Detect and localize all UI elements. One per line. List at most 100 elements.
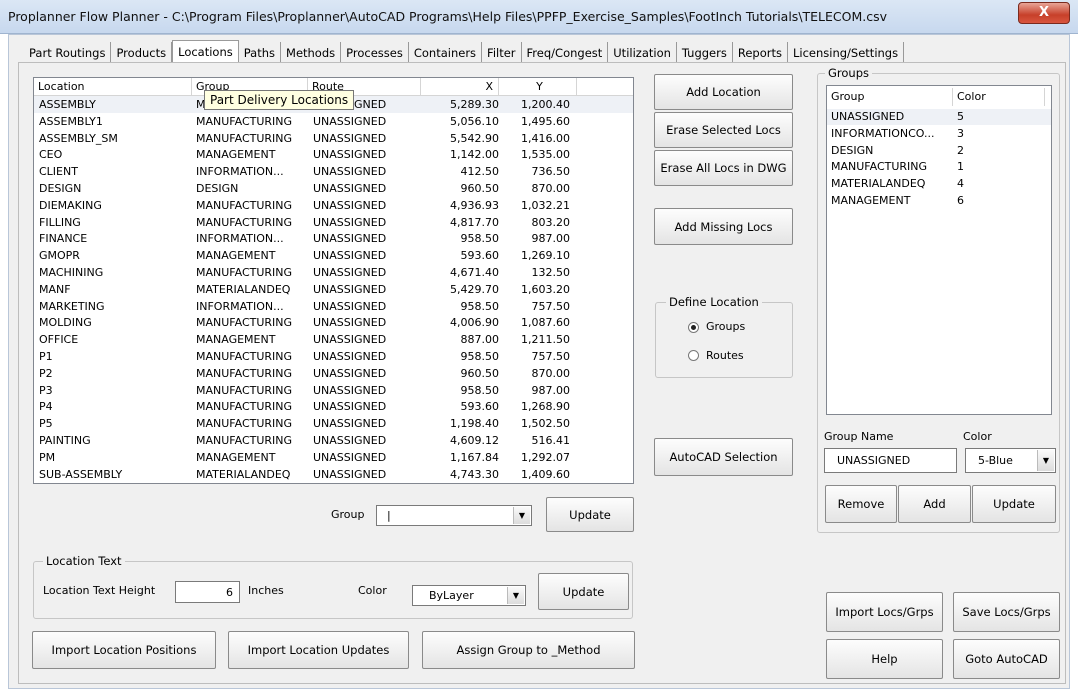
route-cell: UNASSIGNED <box>313 450 387 464</box>
goto-autocad-button[interactable]: Goto AutoCAD <box>953 639 1060 679</box>
location-cell: P2 <box>39 366 53 380</box>
group-name-cell: INFORMATIONCO... <box>831 126 935 140</box>
location-text-update-button[interactable]: Update <box>538 573 629 610</box>
tab-tuggers[interactable]: Tuggers <box>677 42 733 63</box>
table-row[interactable]: P5 MANUFACTURING UNASSIGNED 1,198.40 1,502.5… <box>34 415 633 432</box>
x-cell: 4,936.93 <box>450 198 499 212</box>
chevron-down-icon[interactable]: ▼ <box>507 587 524 604</box>
table-row[interactable]: MARKETING INFORMATION... UNASSIGNED 958.50 7… <box>34 298 633 315</box>
chevron-down-icon[interactable]: ▼ <box>513 507 530 524</box>
table-row[interactable]: GMOPR MANAGEMENT UNASSIGNED 593.60 1,269.10 <box>34 247 633 264</box>
table-row[interactable]: MANF MATERIALANDEQ UNASSIGNED 5,429.70 1,603… <box>34 281 633 298</box>
tab-methods[interactable]: Methods <box>281 42 342 63</box>
location-cell: CLIENT <box>39 165 78 179</box>
tab-utilization[interactable]: Utilization <box>608 42 677 63</box>
table-row[interactable]: CEO MANAGEMENT UNASSIGNED 1,142.00 1,535.00 <box>34 146 633 163</box>
groups-column-header-color[interactable]: Color <box>953 88 1045 106</box>
column-header-x[interactable]: X <box>421 78 499 95</box>
list-item[interactable]: MANAGEMENT 6 <box>827 193 1051 209</box>
y-cell: 803.20 <box>531 215 571 229</box>
y-cell: 1,416.00 <box>521 131 570 145</box>
tab-containers[interactable]: Containers <box>409 42 483 63</box>
add-missing-locs-button[interactable]: Add Missing Locs <box>654 208 793 245</box>
locations-list[interactable]: Location Group Route X Y ASSEMBLYMANUFAC… <box>33 77 634 484</box>
table-row[interactable]: SUB-ASSEMBLY MATERIALANDEQ UNASSIGNED 4,743… <box>34 466 633 483</box>
import-location-updates-button[interactable]: Import Location Updates <box>228 631 409 669</box>
title-bar: Proplanner Flow Planner - C:\Program Fil… <box>0 0 1078 34</box>
list-item[interactable]: MANUFACTURING 1 <box>827 159 1051 175</box>
tab-processes[interactable]: Processes <box>341 42 409 63</box>
table-row[interactable]: PM MANAGEMENT UNASSIGNED 1,167.84 1,292.07 <box>34 449 633 466</box>
table-row[interactable]: CLIENT INFORMATION... UNASSIGNED 412.50 736.… <box>34 163 633 180</box>
group-color-combo[interactable]: 5-Blue ▼ <box>965 448 1056 473</box>
table-row[interactable]: OFFICE MANAGEMENT UNASSIGNED 887.00 1,211.50 <box>34 331 633 348</box>
list-item[interactable]: MATERIALANDEQ 4 <box>827 176 1051 192</box>
group-update-button[interactable]: Update <box>546 497 634 532</box>
route-cell: UNASSIGNED <box>313 266 387 279</box>
import-location-positions-button[interactable]: Import Location Positions <box>32 631 216 669</box>
chevron-down-icon[interactable]: ▼ <box>1037 450 1054 471</box>
location-cell: OFFICE <box>39 333 79 347</box>
group-name-input[interactable]: UNASSIGNED <box>824 448 957 473</box>
table-row[interactable]: P1 MANUFACTURING UNASSIGNED 958.50 757.50 <box>34 348 633 365</box>
erase-all-locs-button[interactable]: Erase All Locs in DWG <box>654 150 793 186</box>
table-row[interactable]: DESIGN DESIGN UNASSIGNED 960.50 870.00 <box>34 180 633 197</box>
routes-radio-label[interactable]: Routes <box>706 349 744 362</box>
add-group-button[interactable]: Add <box>898 485 971 523</box>
column-header-y[interactable]: Y <box>499 78 577 95</box>
table-row[interactable]: FINANCE INFORMATION... UNASSIGNED 958.50 987… <box>34 230 633 247</box>
erase-selected-locs-button[interactable]: Erase Selected Locs <box>654 112 793 148</box>
tab-licensing-settings[interactable]: Licensing/Settings <box>788 42 905 63</box>
table-row[interactable]: ASSEMBLY_SM MANUFACTURING UNASSIGNED 5,542.… <box>34 130 633 147</box>
x-cell: 5,289.30 <box>450 98 499 111</box>
column-header-location[interactable]: Location <box>34 78 192 95</box>
y-cell: 132.50 <box>531 266 571 279</box>
groups-radio-label[interactable]: Groups <box>706 320 745 333</box>
tab-paths[interactable]: Paths <box>239 42 282 63</box>
groups-radio[interactable] <box>688 322 699 333</box>
add-location-button[interactable]: Add Location <box>654 74 793 110</box>
update-group-button[interactable]: Update <box>972 485 1056 523</box>
location-cell: P5 <box>39 417 53 431</box>
group-combo[interactable]: | ▼ <box>376 505 532 526</box>
list-item[interactable]: UNASSIGNED 5 <box>827 109 1051 125</box>
table-row[interactable]: ASSEMBLY1 MANUFACTURING UNASSIGNED 5,056.10… <box>34 113 633 130</box>
table-row[interactable]: P4 MANUFACTURING UNASSIGNED 593.60 1,268.90 <box>34 398 633 415</box>
location-text-color-combo[interactable]: ByLayer ▼ <box>412 585 526 606</box>
location-cell: P3 <box>39 383 53 397</box>
import-locs-grps-button[interactable]: Import Locs/Grps <box>826 592 943 632</box>
route-cell: UNASSIGNED <box>313 350 387 363</box>
routes-radio[interactable] <box>688 350 699 361</box>
group-color-label: Color <box>963 430 992 443</box>
table-row[interactable]: P2 MANUFACTURING UNASSIGNED 960.50 870.00 <box>34 365 633 382</box>
help-button[interactable]: Help <box>826 639 943 679</box>
group-color-cell: 4 <box>957 177 964 191</box>
table-row[interactable]: PAINTING MANUFACTURING UNASSIGNED 4,609.12 5… <box>34 432 633 449</box>
location-text-height-input[interactable]: 6 <box>175 581 240 603</box>
table-row[interactable]: MACHINING MANUFACTURING UNASSIGNED 4,671.40… <box>34 264 633 281</box>
group-cell: MANAGEMENT <box>196 333 276 347</box>
route-cell: UNASSIGNED <box>313 417 387 431</box>
groups-list[interactable]: Group Color UNASSIGNED 5 INFORMATIONCO... 3… <box>826 85 1052 415</box>
tab-freq-congest[interactable]: Freq/Congest <box>522 42 609 63</box>
tab-products[interactable]: Products <box>111 42 173 63</box>
groups-column-header-group[interactable]: Group <box>827 88 953 106</box>
remove-group-button[interactable]: Remove <box>825 485 897 523</box>
group-cell: MANAGEMENT <box>196 249 276 263</box>
close-button[interactable]: X <box>1018 2 1070 24</box>
autocad-selection-button[interactable]: AutoCAD Selection <box>654 438 793 476</box>
list-item[interactable]: DESIGN 2 <box>827 143 1051 159</box>
table-row[interactable]: P3 MANUFACTURING UNASSIGNED 958.50 987.00 <box>34 382 633 399</box>
assign-group-to-method-button[interactable]: Assign Group to _Method <box>422 631 635 669</box>
tab-reports[interactable]: Reports <box>733 42 788 63</box>
list-item[interactable]: INFORMATIONCO... 3 <box>827 126 1051 142</box>
tab-part-routings[interactable]: Part Routings <box>24 42 112 63</box>
location-cell: DESIGN <box>39 182 82 195</box>
table-row[interactable]: FILLING MANUFACTURING UNASSIGNED 4,817.70 80… <box>34 214 633 231</box>
table-row[interactable]: DIEMAKING MANUFACTURING UNASSIGNED 4,936.93… <box>34 197 633 214</box>
save-locs-grps-button[interactable]: Save Locs/Grps <box>953 592 1060 632</box>
table-row[interactable]: MOLDING MANUFACTURING UNASSIGNED 4,006.90 1,… <box>34 314 633 331</box>
x-cell: 4,743.30 <box>450 467 499 481</box>
x-cell: 5,542.90 <box>450 131 499 145</box>
tab-filter[interactable]: Filter <box>482 42 522 63</box>
